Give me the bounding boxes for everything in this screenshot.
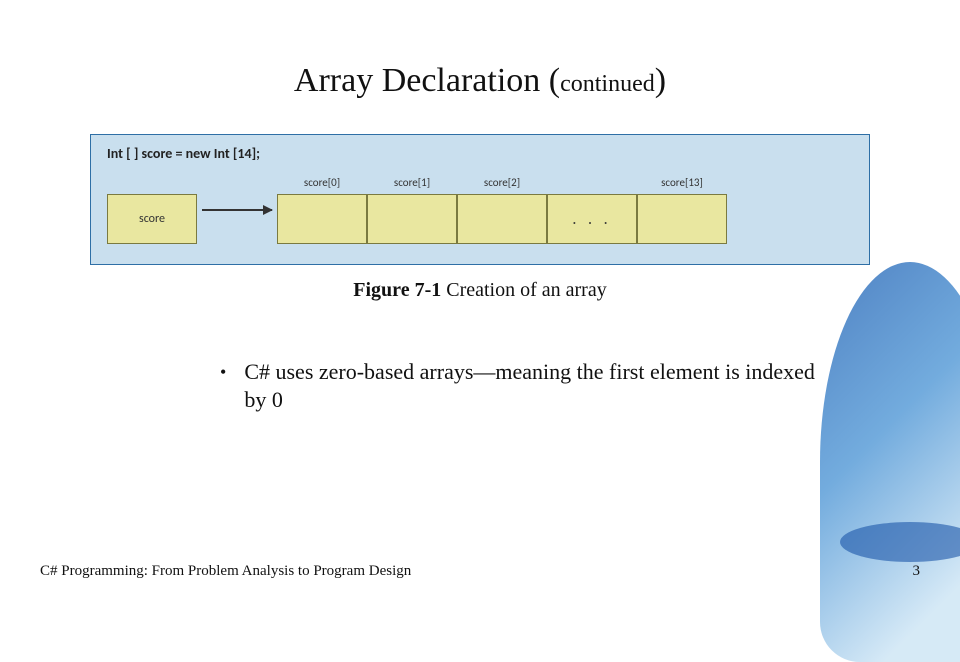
- score-variable-box: score: [107, 194, 197, 244]
- title-continued: continued: [560, 71, 655, 97]
- cell-ellipsis-wrap: . . .: [547, 176, 637, 244]
- cell-2-label: score[2]: [484, 176, 520, 190]
- cell-ellipsis-box: . . .: [547, 194, 637, 244]
- cell-0-wrap: score[0]: [277, 176, 367, 244]
- cell-2-box: [457, 194, 547, 244]
- footer-page-number: 3: [913, 563, 921, 580]
- cell-2-wrap: score[2]: [457, 176, 547, 244]
- pointer-arrow-icon: [202, 209, 272, 211]
- title-close: ): [655, 62, 666, 99]
- cell-1-label: score[1]: [394, 176, 430, 190]
- footer-book-title: C# Programming: From Problem Analysis to…: [40, 563, 411, 580]
- figure-caption: Figure 7-1 Creation of an array: [60, 279, 900, 302]
- bullet-dot-icon: •: [220, 358, 226, 386]
- cell-last-label: score[13]: [661, 176, 703, 190]
- code-declaration: Int [ ] score = new Int [14];: [107, 145, 853, 162]
- score-var-wrap: score: [107, 176, 197, 244]
- diagram-row: score score[0] score[1] score[2] . . .: [107, 176, 853, 244]
- slide-footer: C# Programming: From Problem Analysis to…: [40, 563, 920, 580]
- figure-caption-text: Creation of an array: [441, 279, 606, 301]
- slide-content: Array Declaration (continued) Int [ ] sc…: [0, 62, 960, 602]
- arrow-gap: [197, 185, 277, 235]
- cell-last-box: [637, 194, 727, 244]
- array-diagram-frame: Int [ ] score = new Int [14]; score scor…: [90, 134, 870, 265]
- cell-0-label: score[0]: [304, 176, 340, 190]
- title-main: Array Declaration (: [294, 62, 560, 99]
- slide-title: Array Declaration (continued): [60, 62, 900, 100]
- cell-last-wrap: score[13]: [637, 176, 727, 244]
- bullet-item: • C# uses zero-based arrays—meaning the …: [220, 358, 840, 414]
- cell-0-box: [277, 194, 367, 244]
- bullet-text: C# uses zero-based arrays—meaning the fi…: [244, 358, 840, 414]
- cell-1-wrap: score[1]: [367, 176, 457, 244]
- figure-number: Figure 7-1: [353, 279, 441, 301]
- cell-1-box: [367, 194, 457, 244]
